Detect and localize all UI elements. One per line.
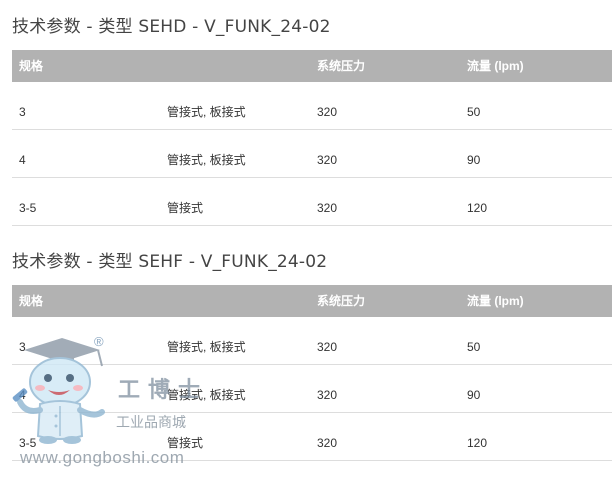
- header-pressure: 系统压力: [317, 294, 366, 308]
- cell-flow: 120: [467, 436, 488, 450]
- cell-size: 3-5: [19, 436, 37, 450]
- table-row: 3-5 管接式 320 120: [12, 178, 612, 226]
- header-pressure: 系统压力: [317, 59, 366, 73]
- table-row: 4 管接式, 板接式 320 90: [12, 130, 612, 178]
- table-header: 规格 系统压力 流量 (lpm): [12, 285, 612, 317]
- cell-flow: 120: [467, 201, 488, 215]
- table-row: 3-5 管接式 320 120: [12, 413, 612, 461]
- cell-size: 3-5: [19, 201, 37, 215]
- header-flow: 流量 (lpm): [467, 294, 524, 308]
- table-row: 3 管接式, 板接式 320 50: [12, 82, 612, 130]
- table-header: 规格 系统压力 流量 (lpm): [12, 50, 612, 82]
- section-title-sehd: 技术参数 - 类型 SEHD - V_FUNK_24-02: [12, 17, 331, 37]
- table-row: 3 管接式, 板接式 320 50: [12, 317, 612, 365]
- spec-table-sehd: 规格 系统压力 流量 (lpm) 3 管接式, 板接式 320 50 4 管接式…: [12, 50, 612, 226]
- header-size: 规格: [19, 59, 44, 73]
- cell-connection: 管接式: [167, 436, 204, 450]
- cell-connection: 管接式: [167, 201, 204, 215]
- cell-pressure: 320: [317, 201, 338, 215]
- header-flow: 流量 (lpm): [467, 59, 524, 73]
- cell-pressure: 320: [317, 436, 338, 450]
- table-row: 4 管接式, 板接式 320 90: [12, 365, 612, 413]
- header-size: 规格: [19, 294, 44, 308]
- spec-table-sehf: 规格 系统压力 流量 (lpm) 3 管接式, 板接式 320 50 4 管接式…: [12, 285, 612, 461]
- section-title-sehf: 技术参数 - 类型 SEHF - V_FUNK_24-02: [12, 252, 328, 272]
